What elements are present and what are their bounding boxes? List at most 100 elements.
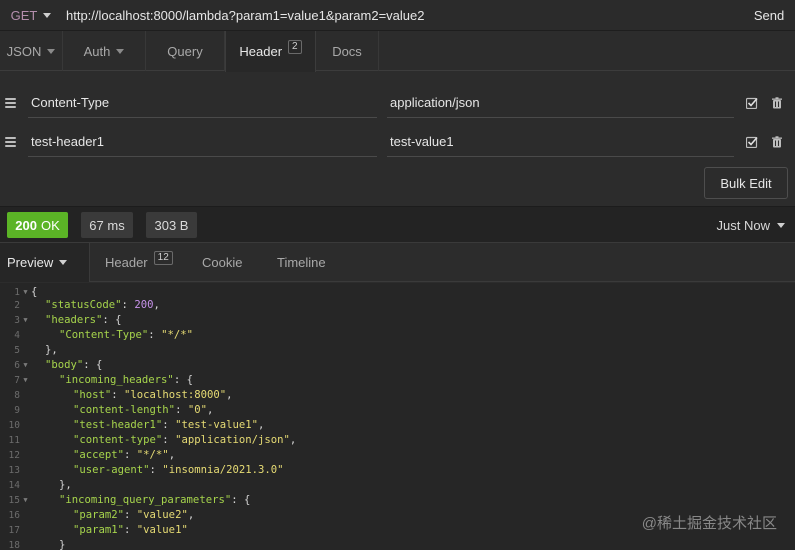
response-history-dropdown[interactable]: Just Now [717,207,785,244]
checkbox-checked-icon[interactable] [746,136,758,148]
response-size-badge: 303 B [146,212,197,238]
header-name-input[interactable] [28,87,377,118]
code-text: "content-length": "0", [31,403,213,418]
json-key: "statusCode" [45,299,122,311]
code-text: "accept": "*/*", [31,448,175,463]
code-text: "host": "localhost:8000", [31,388,233,403]
send-button[interactable]: Send [743,0,795,31]
line-number: 5 [14,345,20,356]
json-punct: , [168,449,176,461]
fold-arrow-icon[interactable]: ▼ [20,373,31,388]
tab-label: Header [239,44,283,59]
code-line: 9 "content-length": "0", [0,403,795,418]
code-line: 6 ▼ "body": { [0,358,795,373]
code-line: 14}, [0,478,795,493]
code-line: 4 "Content-Type": "*/*" [0,328,795,343]
json-string: "value2" [136,509,188,521]
tab-label: JSON [6,43,42,59]
line-number: 16 [8,510,20,521]
method-dropdown[interactable]: GET [0,0,62,31]
json-punct: , [187,509,195,521]
code-text: } [31,538,65,550]
tab-label: Preview [7,255,54,270]
tab-query[interactable]: Query [146,31,225,71]
line-number: 18 [8,540,20,550]
tab-label: Auth [83,43,111,59]
json-key: "accept" [73,449,125,461]
json-key: "body" [45,359,84,371]
json-punct: , [226,389,233,401]
chevron-down-icon [47,48,56,54]
status-code: 200 [15,217,37,233]
tab-auth[interactable]: Auth [63,31,146,71]
code-line: 10 "test-header1": "test-value1", [0,418,795,433]
json-string: "0" [187,404,207,416]
code-text: "param1": "value1" [31,523,188,538]
json-punct: : [148,329,162,341]
header-value-input[interactable] [387,126,734,157]
drag-handle-icon[interactable] [5,136,16,147]
tab-response-header[interactable]: Header 12 [90,243,188,282]
code-text: "param2": "value2", [31,508,194,523]
fold-arrow-icon[interactable]: ▼ [20,358,31,373]
json-punct: : { [102,314,122,326]
tab-label: Cookie [202,255,243,270]
drag-handle-icon[interactable] [5,97,16,108]
fold-arrow-icon[interactable]: ▼ [20,493,31,508]
tab-timeline[interactable]: Timeline [262,243,342,282]
code-line: 11 "content-type": "application/json", [0,433,795,448]
chevron-down-icon [43,13,52,18]
code-text: }, [31,343,58,358]
trash-icon[interactable] [771,96,783,109]
json-punct: , [289,434,297,446]
header-row [0,122,795,161]
request-tabs: JSON Auth Query Header 2 Docs [0,31,795,72]
tab-label: Header [105,255,148,270]
json-string: "application/json" [175,434,290,446]
tab-label: Timeline [277,255,326,270]
json-string: "test-value1" [175,419,258,431]
tab-docs[interactable]: Docs [316,31,379,71]
url-input[interactable] [62,0,743,31]
json-punct: : { [83,359,103,371]
json-punct: , [153,299,160,311]
bulk-edit-button[interactable]: Bulk Edit [704,167,788,199]
tab-body-json[interactable]: JSON [0,31,63,71]
line-number: 9 [14,405,20,416]
header-value-input[interactable] [387,87,734,118]
json-punct: : [111,389,125,401]
tab-cookie[interactable]: Cookie [188,243,262,282]
chevron-down-icon [777,223,785,228]
watermark: @稀土掘金技术社区 [641,515,777,532]
fold-arrow-icon[interactable]: ▼ [20,285,31,298]
json-punct: } [59,539,66,550]
code-line: 8 "host": "localhost:8000", [0,388,795,403]
line-number: 1 [14,287,20,298]
status-text: OK [40,217,60,233]
json-key: "content-type" [73,434,163,446]
response-status-bar: 200 OK 67 ms 303 B Just Now [0,206,795,243]
tab-header[interactable]: Header 2 [225,31,316,72]
code-line: 15 ▼ "incoming_query_parameters": { [0,493,795,508]
json-string: "*/*" [161,329,193,341]
chevron-down-icon [59,260,68,265]
code-text: { [31,285,37,298]
trash-icon[interactable] [771,135,783,148]
response-body-viewer[interactable]: 1 ▼{2 "statusCode": 200, 3 ▼ "headers": {4 "Co… [0,283,795,550]
json-key: "test-header1" [73,419,163,431]
json-punct: : { [173,374,193,386]
header-name-input[interactable] [28,126,377,157]
json-punct: : [149,464,163,476]
fold-arrow-icon[interactable]: ▼ [20,313,31,328]
checkbox-checked-icon[interactable] [746,97,758,109]
line-number: 11 [8,435,20,446]
tab-preview[interactable]: Preview [0,243,90,282]
